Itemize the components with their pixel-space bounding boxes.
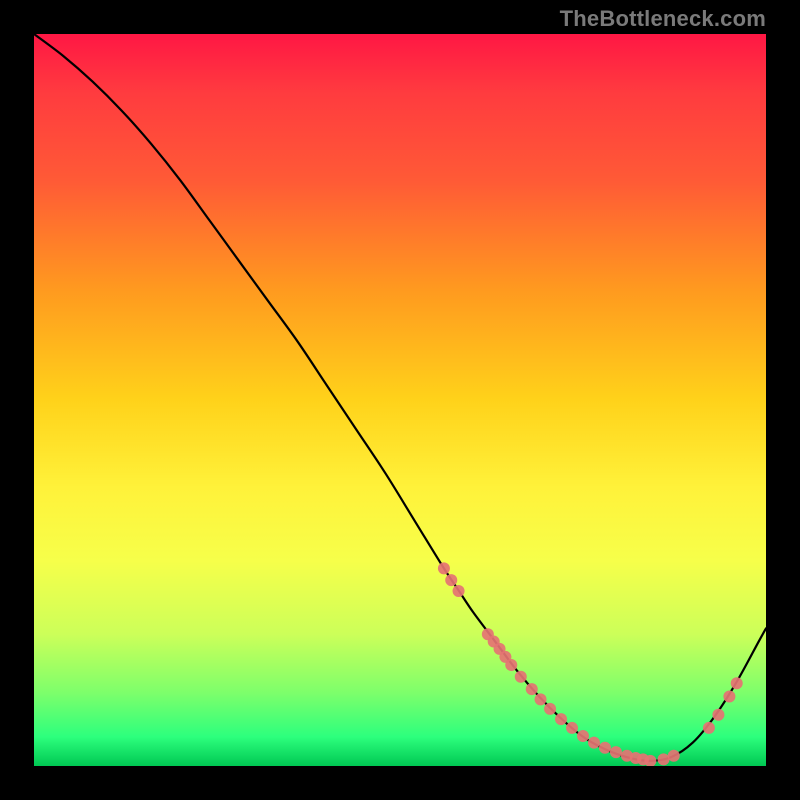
highlight-dot [555, 713, 567, 725]
highlight-dot [438, 562, 450, 574]
highlight-dot [723, 690, 735, 702]
highlight-dot [566, 722, 578, 734]
highlight-dot [577, 730, 589, 742]
highlight-dot [526, 683, 538, 695]
highlight-dot [535, 693, 547, 705]
highlight-dot [515, 671, 527, 683]
highlight-dot [599, 742, 611, 754]
highlight-dot [668, 750, 680, 762]
highlight-dot [453, 585, 465, 597]
bottleneck-curve [34, 34, 766, 761]
highlight-dots-group [438, 562, 743, 766]
highlight-dot [712, 709, 724, 721]
highlight-dot [544, 703, 556, 715]
highlight-dot [703, 722, 715, 734]
watermark-text: TheBottleneck.com [560, 6, 766, 32]
highlight-dot [658, 753, 670, 765]
highlight-dot [445, 574, 457, 586]
highlight-dot [610, 746, 622, 758]
plot-area [34, 34, 766, 766]
highlight-dot [505, 659, 517, 671]
highlight-dot [731, 677, 743, 689]
highlight-dot [588, 737, 600, 749]
chart-svg [34, 34, 766, 766]
chart-frame: TheBottleneck.com [0, 0, 800, 800]
